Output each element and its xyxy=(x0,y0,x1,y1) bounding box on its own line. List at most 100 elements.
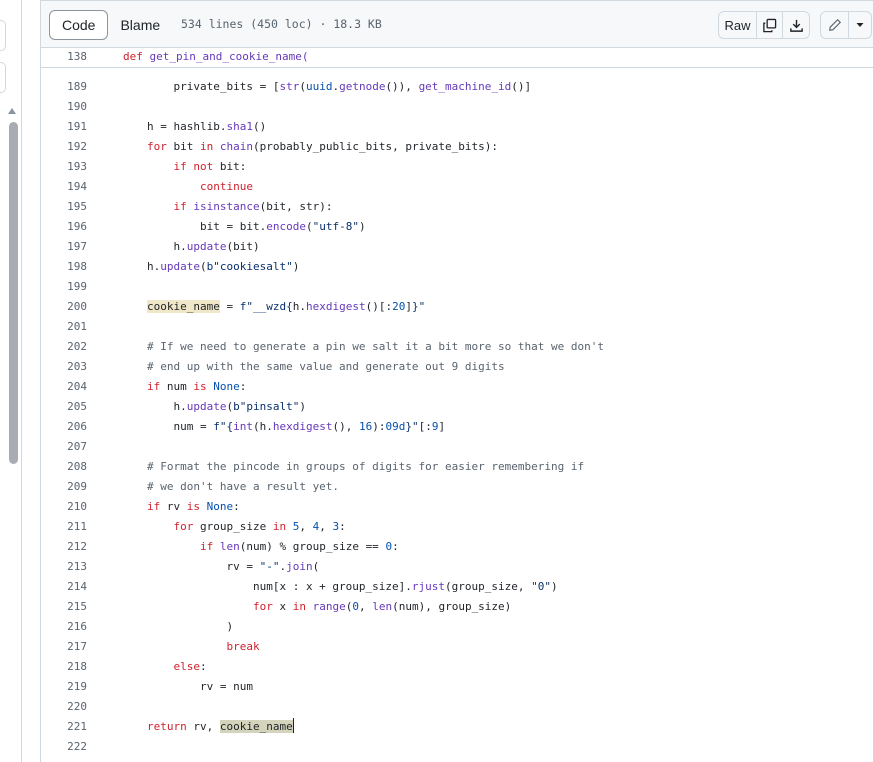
code-line[interactable]: 221 return rv, cookie_name xyxy=(41,717,873,737)
code-line[interactable]: 208 # Format the pincode in groups of dig… xyxy=(41,457,873,477)
side-tab[interactable] xyxy=(0,62,6,93)
line-code: num = f"{int(h.hexdigest(), 16):09d}"[:9… xyxy=(147,420,446,433)
line-number[interactable]: 214 xyxy=(41,577,87,597)
line-number[interactable]: 219 xyxy=(41,677,87,697)
line-number[interactable]: 206 xyxy=(41,417,87,437)
line-number[interactable]: 222 xyxy=(41,737,87,757)
line-code: h.update(bit) xyxy=(147,240,260,253)
code-line[interactable]: 205 h.update(b"pinsalt") xyxy=(41,397,873,417)
code-line[interactable]: 190 xyxy=(41,97,873,117)
line-number[interactable]: 190 xyxy=(41,97,87,117)
side-tab[interactable] xyxy=(0,20,6,51)
code-line[interactable]: 216 ) xyxy=(41,617,873,637)
line-number[interactable]: 210 xyxy=(41,497,87,517)
edit-button[interactable] xyxy=(821,12,849,38)
line-number[interactable]: 193 xyxy=(41,157,87,177)
line-number[interactable]: 199 xyxy=(41,277,87,297)
line-code: if isinstance(bit, str): xyxy=(173,200,333,213)
line-number[interactable]: 209 xyxy=(41,477,87,497)
line-code: for bit in chain(probably_public_bits, p… xyxy=(147,140,499,153)
line-number[interactable]: 218 xyxy=(41,657,87,677)
code-line[interactable]: 202 # If we need to generate a pin we sal… xyxy=(41,337,873,357)
line-number[interactable]: 192 xyxy=(41,137,87,157)
code-tab[interactable]: Code xyxy=(49,10,109,40)
code-line[interactable]: 204 if num is None: xyxy=(41,377,873,397)
line-code: # we don't have a result yet. xyxy=(147,480,340,493)
line-number[interactable]: 221 xyxy=(41,717,87,737)
code-line[interactable]: 192 for bit in chain(probably_public_bits… xyxy=(41,137,873,157)
download-button[interactable] xyxy=(783,12,809,38)
code-line[interactable]: 214 num[x : x + group_size].rjust(group_… xyxy=(41,577,873,597)
blame-tab[interactable]: Blame xyxy=(108,10,172,40)
scrollbar-thumb[interactable] xyxy=(9,122,18,464)
line-number[interactable]: 202 xyxy=(41,337,87,357)
line-number[interactable]: 200 xyxy=(41,297,87,317)
code-line[interactable]: 200 cookie_name = f"__wzd{h.hexdigest()[:… xyxy=(41,297,873,317)
code-line[interactable]: 219 rv = num xyxy=(41,677,873,697)
line-code: h.update(b"cookiesalt") xyxy=(147,260,300,273)
line-number[interactable]: 208 xyxy=(41,457,87,477)
code-line[interactable]: 210 if rv is None: xyxy=(41,497,873,517)
code-line[interactable]: 218 else: xyxy=(41,657,873,677)
file-info: 534 lines (450 loc) · 18.3 KB xyxy=(181,17,382,31)
line-number[interactable]: 216 xyxy=(41,617,87,637)
code-line[interactable]: 213 rv = "-".join( xyxy=(41,557,873,577)
line-number[interactable]: 201 xyxy=(41,317,87,337)
code-line[interactable]: 203 # end up with the same value and gene… xyxy=(41,357,873,377)
line-code: continue xyxy=(199,180,253,193)
line-code: if len(num) % group_size == 0: xyxy=(199,540,399,553)
code-line[interactable]: 196 bit = bit.encode("utf-8") xyxy=(41,217,873,237)
code-line[interactable]: 222 xyxy=(41,737,873,757)
line-number[interactable]: 205 xyxy=(41,397,87,417)
line-number[interactable]: 194 xyxy=(41,177,87,197)
code-line[interactable]: 189 private_bits = [str(uuid.getnode()),… xyxy=(41,77,873,97)
code-line[interactable]: 193 if not bit: xyxy=(41,157,873,177)
line-code: break xyxy=(226,640,260,653)
code-line[interactable]: 198 h.update(b"cookiesalt") xyxy=(41,257,873,277)
line-code: for x in range(0, len(num), group_size) xyxy=(252,600,512,613)
code-line[interactable]: 212 if len(num) % group_size == 0: xyxy=(41,537,873,557)
copy-raw-button[interactable] xyxy=(757,12,783,38)
code-line[interactable]: 211 for group_size in 5, 4, 3: xyxy=(41,517,873,537)
code-line[interactable]: 207 xyxy=(41,437,873,457)
line-number[interactable]: 198 xyxy=(41,257,87,277)
line-number[interactable]: 189 xyxy=(41,77,87,97)
line-number[interactable]: 191 xyxy=(41,117,87,137)
scroll-up-arrow-icon[interactable] xyxy=(8,108,16,114)
line-number[interactable]: 207 xyxy=(41,437,87,457)
code-line[interactable]: 197 h.update(bit) xyxy=(41,237,873,257)
line-number[interactable]: 212 xyxy=(41,537,87,557)
line-code: # end up with the same value and generat… xyxy=(147,360,505,373)
line-number[interactable]: 195 xyxy=(41,197,87,217)
raw-button[interactable]: Raw xyxy=(719,12,757,38)
line-number[interactable]: 196 xyxy=(41,217,87,237)
line-number[interactable]: 213 xyxy=(41,557,87,577)
file-toolbar: Code Blame 534 lines (450 loc) · 18.3 KB… xyxy=(41,0,873,48)
line-number[interactable]: 215 xyxy=(41,597,87,617)
line-code: h = hashlib.sha1() xyxy=(147,120,267,133)
download-icon xyxy=(789,18,804,33)
copy-icon xyxy=(762,18,777,33)
code-line[interactable]: 209 # we don't have a result yet. xyxy=(41,477,873,497)
code-line[interactable]: 191 h = hashlib.sha1() xyxy=(41,117,873,137)
line-code: bit = bit.encode("utf-8") xyxy=(147,220,366,233)
line-number[interactable]: 211 xyxy=(41,517,87,537)
line-code: if num is None: xyxy=(147,380,247,393)
code-line[interactable]: 220 xyxy=(41,697,873,717)
sticky-scope-header[interactable]: 138 def get_pin_and_cookie_name( xyxy=(41,48,873,68)
line-number[interactable]: 197 xyxy=(41,237,87,257)
line-number[interactable]: 204 xyxy=(41,377,87,397)
line-number[interactable]: 203 xyxy=(41,357,87,377)
line-code: rv = "-".join( xyxy=(147,560,320,573)
code-line[interactable]: 194 continue xyxy=(41,177,873,197)
line-number[interactable]: 217 xyxy=(41,637,87,657)
left-panel-edge xyxy=(0,0,22,762)
more-edit-options-button[interactable] xyxy=(849,12,871,38)
code-line[interactable]: 195 if isinstance(bit, str): xyxy=(41,197,873,217)
code-line[interactable]: 215 for x in range(0, len(num), group_si… xyxy=(41,597,873,617)
code-line[interactable]: 206 num = f"{int(h.hexdigest(), 16):09d}… xyxy=(41,417,873,437)
code-line[interactable]: 217 break xyxy=(41,637,873,657)
line-number[interactable]: 220 xyxy=(41,697,87,717)
code-line[interactable]: 201 xyxy=(41,317,873,337)
code-line[interactable]: 199 xyxy=(41,277,873,297)
